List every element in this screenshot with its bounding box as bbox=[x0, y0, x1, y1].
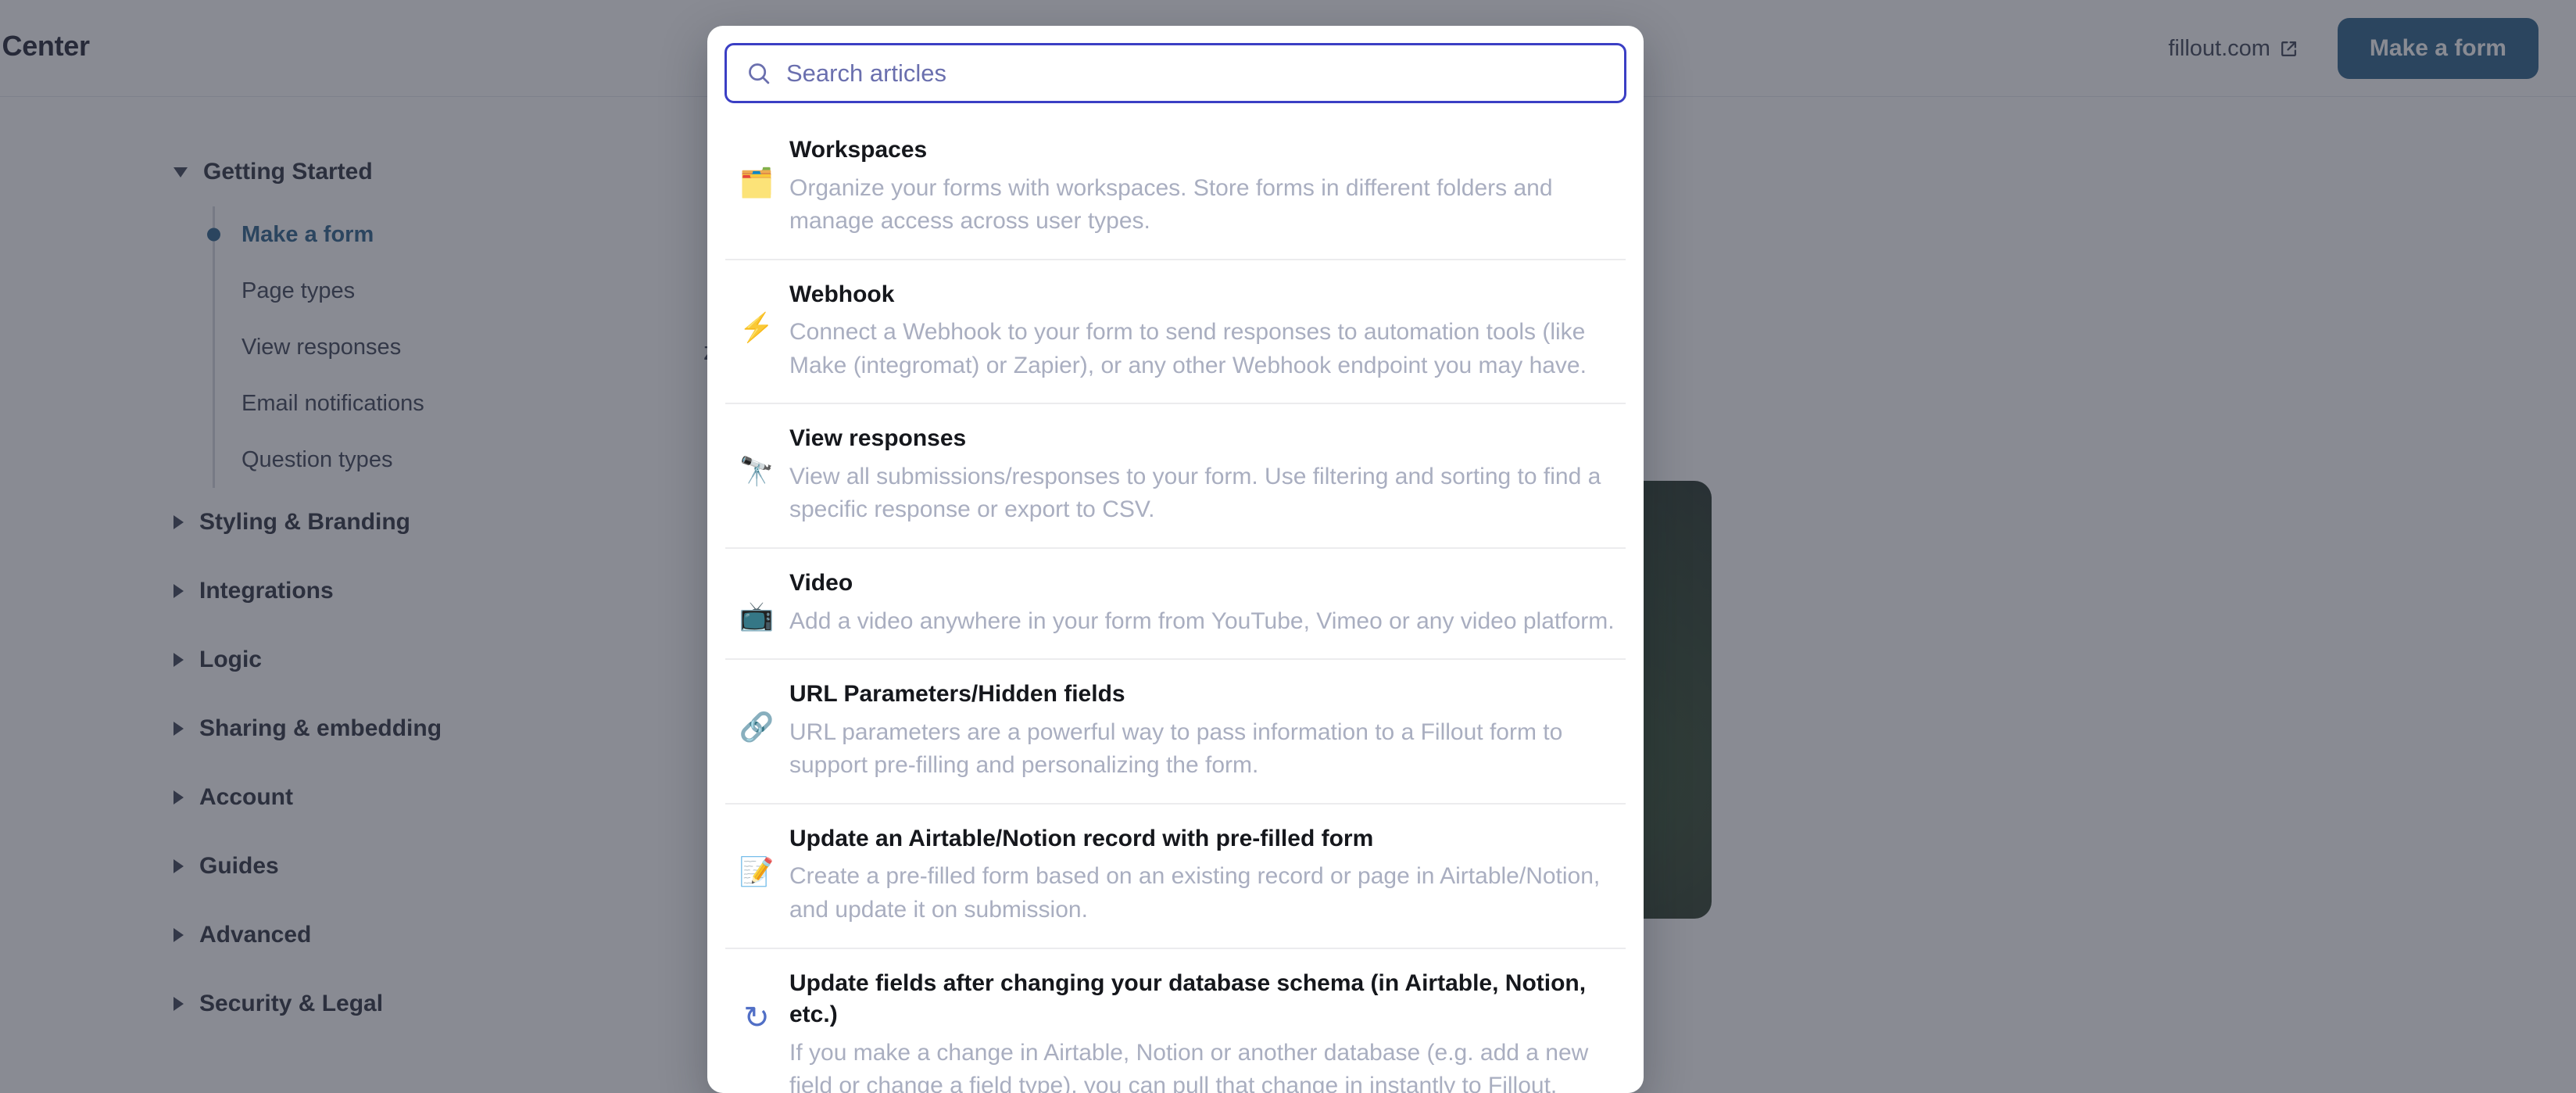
result-title: Video bbox=[789, 570, 853, 597]
result-item-update-airtable-notion-record[interactable]: 📝 Update an Airtable/Notion record with … bbox=[708, 802, 1643, 948]
result-item-update-fields-database-schema[interactable]: ↻ Update fields after changing your data… bbox=[708, 947, 1643, 1093]
search-articles-modal: 🗂️ Workspaces Organize your forms with w… bbox=[707, 26, 1644, 1093]
result-description: Create a pre-filled form based on an exi… bbox=[789, 863, 1601, 923]
result-title: Update fields after changing your databa… bbox=[789, 969, 1587, 1028]
result-item-workspaces[interactable]: 🗂️ Workspaces Organize your forms with w… bbox=[708, 114, 1643, 259]
result-title: View responses bbox=[789, 425, 967, 452]
result-description: If you make a change in Airtable, Notion… bbox=[789, 1039, 1589, 1093]
result-item-url-parameters[interactable]: 🔗 URL Parameters/Hidden fields URL param… bbox=[708, 658, 1643, 803]
refresh-icon: ↻ bbox=[743, 1000, 770, 1035]
result-item-video[interactable]: 📺 Video Add a video anywhere in your for… bbox=[708, 547, 1643, 658]
search-bar-container bbox=[707, 26, 1644, 114]
search-input[interactable] bbox=[786, 59, 1605, 88]
result-title: Workspaces bbox=[789, 137, 928, 163]
result-title: Webhook bbox=[789, 281, 895, 307]
result-title: URL Parameters/Hidden fields bbox=[789, 681, 1125, 708]
telescope-icon: 🔭 bbox=[739, 455, 775, 488]
result-description: View all submissions/responses to your f… bbox=[789, 463, 1601, 523]
folder-icon: 🗂️ bbox=[739, 167, 775, 199]
search-box[interactable] bbox=[724, 43, 1626, 103]
result-description: Connect a Webhook to your form to send r… bbox=[789, 319, 1587, 378]
result-item-webhook[interactable]: ⚡ Webhook Connect a Webhook to your form… bbox=[708, 258, 1643, 403]
television-icon: 📺 bbox=[739, 600, 775, 633]
search-icon bbox=[746, 60, 771, 86]
result-description: Organize your forms with workspaces. Sto… bbox=[789, 174, 1553, 235]
lightning-bolt-icon: ⚡ bbox=[739, 310, 775, 343]
search-results-list: 🗂️ Workspaces Organize your forms with w… bbox=[707, 114, 1644, 1093]
result-description: URL parameters are a powerful way to pas… bbox=[789, 719, 1563, 779]
result-item-view-responses[interactable]: 🔭 View responses View all submissions/re… bbox=[708, 403, 1643, 547]
link-icon: 🔗 bbox=[739, 711, 775, 744]
memo-icon: 📝 bbox=[739, 855, 775, 887]
result-title: Update an Airtable/Notion record with pr… bbox=[789, 825, 1374, 851]
result-description: Add a video anywhere in your form from Y… bbox=[789, 607, 1615, 634]
